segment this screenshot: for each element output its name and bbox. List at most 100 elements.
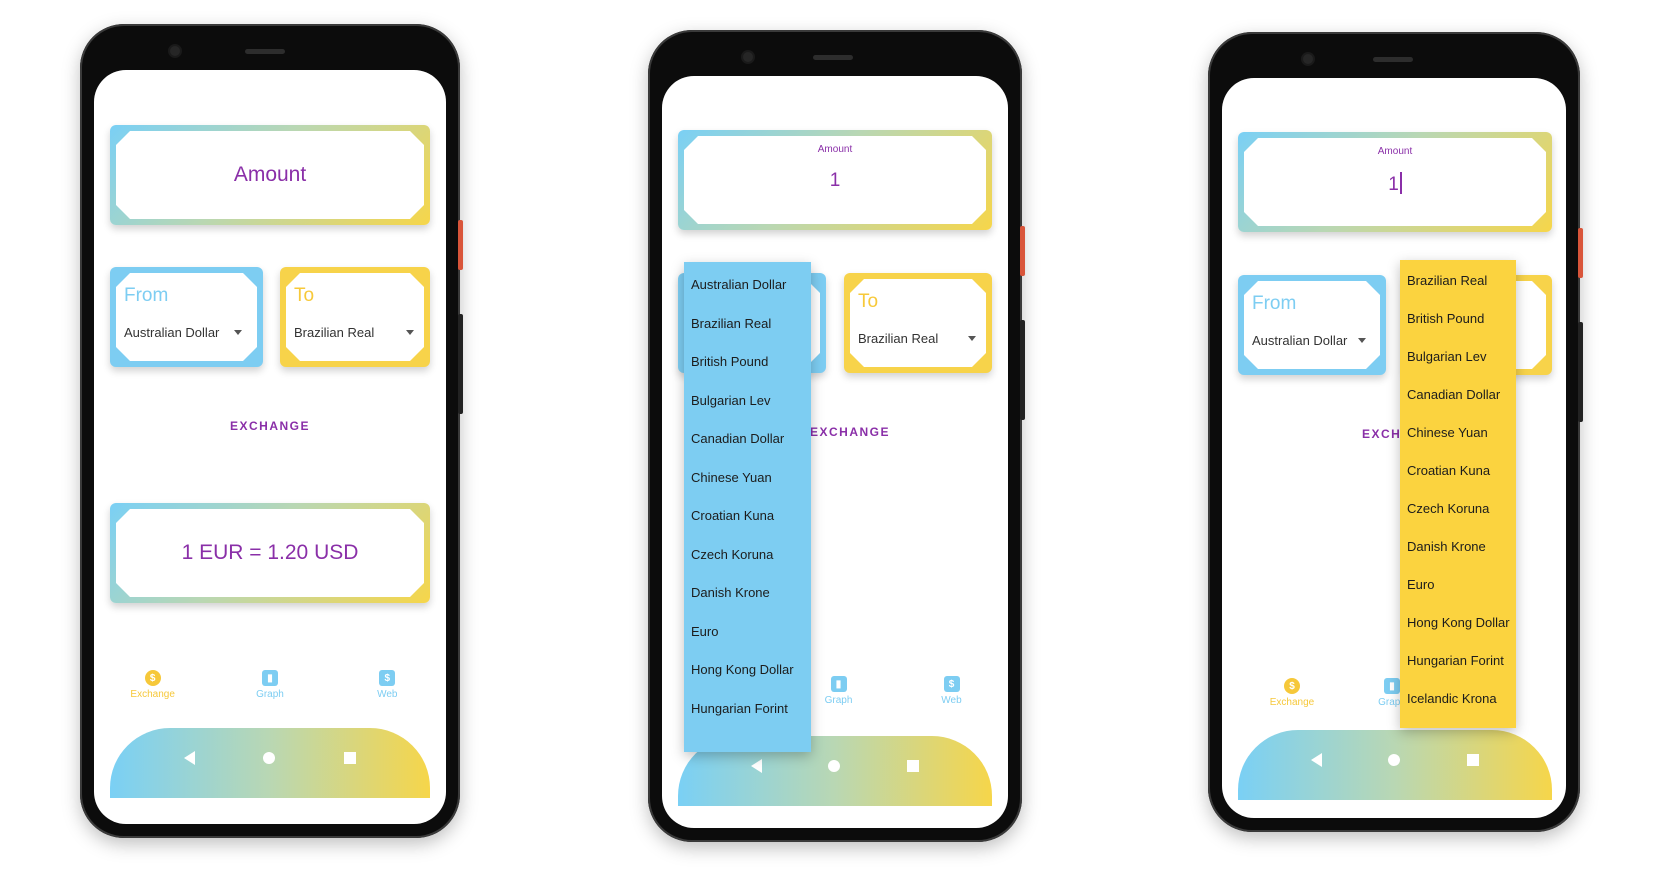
dropdown-option[interactable]: Czech Koruna <box>1400 490 1516 528</box>
amount-value-text: 1 <box>1388 174 1399 195</box>
bar-chart-icon: ▮ <box>1384 678 1400 694</box>
from-value: Australian Dollar <box>124 325 220 340</box>
speaker-grille <box>245 49 285 54</box>
dropdown-option[interactable]: Hungarian Forint <box>1400 642 1516 680</box>
dropdown-option[interactable]: Bulgarian Lev <box>684 382 811 421</box>
amount-card[interactable]: Amount 1 <box>1238 132 1552 232</box>
phone-3: Amount 1 From Australian Dollar EXCHAN $… <box>1208 32 1583 832</box>
to-label: To <box>294 285 315 306</box>
dropdown-option[interactable]: Croatian Kuna <box>1400 452 1516 490</box>
back-icon[interactable] <box>751 759 763 773</box>
dropdown-option[interactable]: Brazilian Real <box>684 305 811 344</box>
to-value: Brazilian Real <box>294 325 375 340</box>
screen: Amount 1 From Australian Dollar EXCHAN $… <box>1222 78 1566 818</box>
recents-icon[interactable] <box>1466 754 1479 766</box>
nav-label: Web <box>377 689 398 700</box>
nav-exchange[interactable]: $ Exchange <box>123 670 183 700</box>
to-label: To <box>858 291 879 312</box>
home-icon[interactable] <box>263 752 276 764</box>
currency-dropdown-menu: Australian Dollar Brazilian Real British P… <box>684 262 811 752</box>
amount-label: Amount <box>817 144 853 155</box>
text-cursor <box>1400 172 1402 194</box>
dollar-doc-icon: $ <box>379 670 396 686</box>
power-button <box>458 220 463 270</box>
volume-button <box>1578 322 1583 422</box>
currency-dropdown-menu: Brazilian Real British Pound Bulgarian Lev… <box>1400 260 1516 728</box>
dropdown-option[interactable]: Danish Krone <box>1400 528 1516 566</box>
dropdown-option[interactable]: Icelandic Krona <box>1400 680 1516 718</box>
speaker-grille <box>1373 57 1413 62</box>
bottom-nav: $ Exchange ▮ Graph $ Web <box>94 670 446 700</box>
exchange-button[interactable]: EXCHANGE <box>810 425 890 439</box>
dropdown-option[interactable]: Australian Dollar <box>684 266 811 305</box>
from-value: Australian Dollar <box>1252 333 1348 348</box>
back-icon[interactable] <box>184 751 196 765</box>
dollar-coin-icon: $ <box>1284 678 1300 694</box>
from-label: From <box>124 285 169 306</box>
volume-button <box>458 314 463 414</box>
front-camera <box>743 52 753 62</box>
dropdown-option[interactable]: Euro <box>1400 566 1516 604</box>
system-nav-bar <box>110 728 430 798</box>
bar-chart-icon: ▮ <box>261 670 278 686</box>
home-icon[interactable] <box>1388 754 1401 766</box>
to-value: Brazilian Real <box>858 331 939 346</box>
result-card: 1 EUR = 1.20 USD <box>110 503 430 603</box>
dropdown-option[interactable]: Hong Kong Dollar <box>1400 604 1516 642</box>
system-nav-bar <box>1238 730 1552 800</box>
dropdown-option[interactable]: Danish Krone <box>684 574 811 613</box>
nav-label: Web <box>941 695 962 706</box>
dropdown-option[interactable]: Canadian Dollar <box>1400 376 1516 414</box>
from-card[interactable]: From Australian Dollar <box>110 267 263 367</box>
to-card[interactable]: To Brazilian Real <box>844 273 992 373</box>
dollar-coin-icon: $ <box>144 670 161 686</box>
exchange-button[interactable]: EXCHANGE <box>94 419 446 433</box>
nav-graph[interactable]: ▮ Graph <box>240 670 300 700</box>
dropdown-option[interactable]: Czech Koruna <box>684 536 811 575</box>
amount-placeholder: Amount <box>233 163 307 186</box>
bar-chart-icon: ▮ <box>830 676 847 692</box>
phone-1: Amount From Australian Dollar To Brazili… <box>80 24 463 838</box>
dropdown-option[interactable]: Hong Kong Dollar <box>684 651 811 690</box>
amount-card[interactable]: Amount 1 <box>678 130 992 230</box>
recents-icon[interactable] <box>906 760 919 772</box>
dropdown-option[interactable]: Canadian Dollar <box>684 420 811 459</box>
chevron-down-icon <box>1358 338 1366 343</box>
recents-icon[interactable] <box>343 752 356 764</box>
nav-web[interactable]: $ Web <box>922 676 982 706</box>
dropdown-option[interactable]: British Pound <box>684 343 811 382</box>
from-card[interactable]: From Australian Dollar <box>1238 275 1386 375</box>
amount-label: Amount <box>1377 146 1413 157</box>
dollar-doc-icon: $ <box>943 676 960 692</box>
result-text: 1 EUR = 1.20 USD <box>181 541 359 564</box>
back-icon[interactable] <box>1311 753 1323 767</box>
power-button <box>1020 226 1025 276</box>
nav-graph[interactable]: ▮ Graph <box>809 676 869 706</box>
amount-value[interactable]: 1 <box>1244 172 1546 196</box>
power-button <box>1578 228 1583 278</box>
dropdown-option[interactable]: Chinese Yuan <box>1400 414 1516 452</box>
amount-value: 1 <box>829 170 841 191</box>
home-icon[interactable] <box>828 760 841 772</box>
bottom-nav: ▮ Graph $ Web <box>782 676 1008 706</box>
from-label: From <box>1252 293 1297 314</box>
screen: Amount 1 To Brazilian Real EXCHANGE ▮ Gr… <box>662 76 1008 828</box>
nav-exchange[interactable]: $ Exchange <box>1262 678 1322 708</box>
nav-label: Graph <box>824 695 853 706</box>
volume-button <box>1020 320 1025 420</box>
to-card[interactable]: To Brazilian Real <box>280 267 430 367</box>
dropdown-option[interactable]: British Pound <box>1400 300 1516 338</box>
dropdown-option[interactable]: Brazilian Real <box>1400 262 1516 300</box>
amount-card[interactable]: Amount <box>110 125 430 225</box>
dropdown-option[interactable]: Chinese Yuan <box>684 459 811 498</box>
nav-web[interactable]: $ Web <box>357 670 417 700</box>
dropdown-option[interactable]: Bulgarian Lev <box>1400 338 1516 376</box>
dropdown-option[interactable]: Croatian Kuna <box>684 497 811 536</box>
front-camera <box>170 46 180 56</box>
chevron-down-icon <box>406 330 414 335</box>
dropdown-option[interactable]: Hungarian Forint <box>684 690 811 729</box>
dropdown-option[interactable]: Euro <box>684 613 811 652</box>
nav-label: Graph <box>256 689 284 700</box>
nav-label: Exchange <box>1269 697 1315 708</box>
chevron-down-icon <box>234 330 242 335</box>
